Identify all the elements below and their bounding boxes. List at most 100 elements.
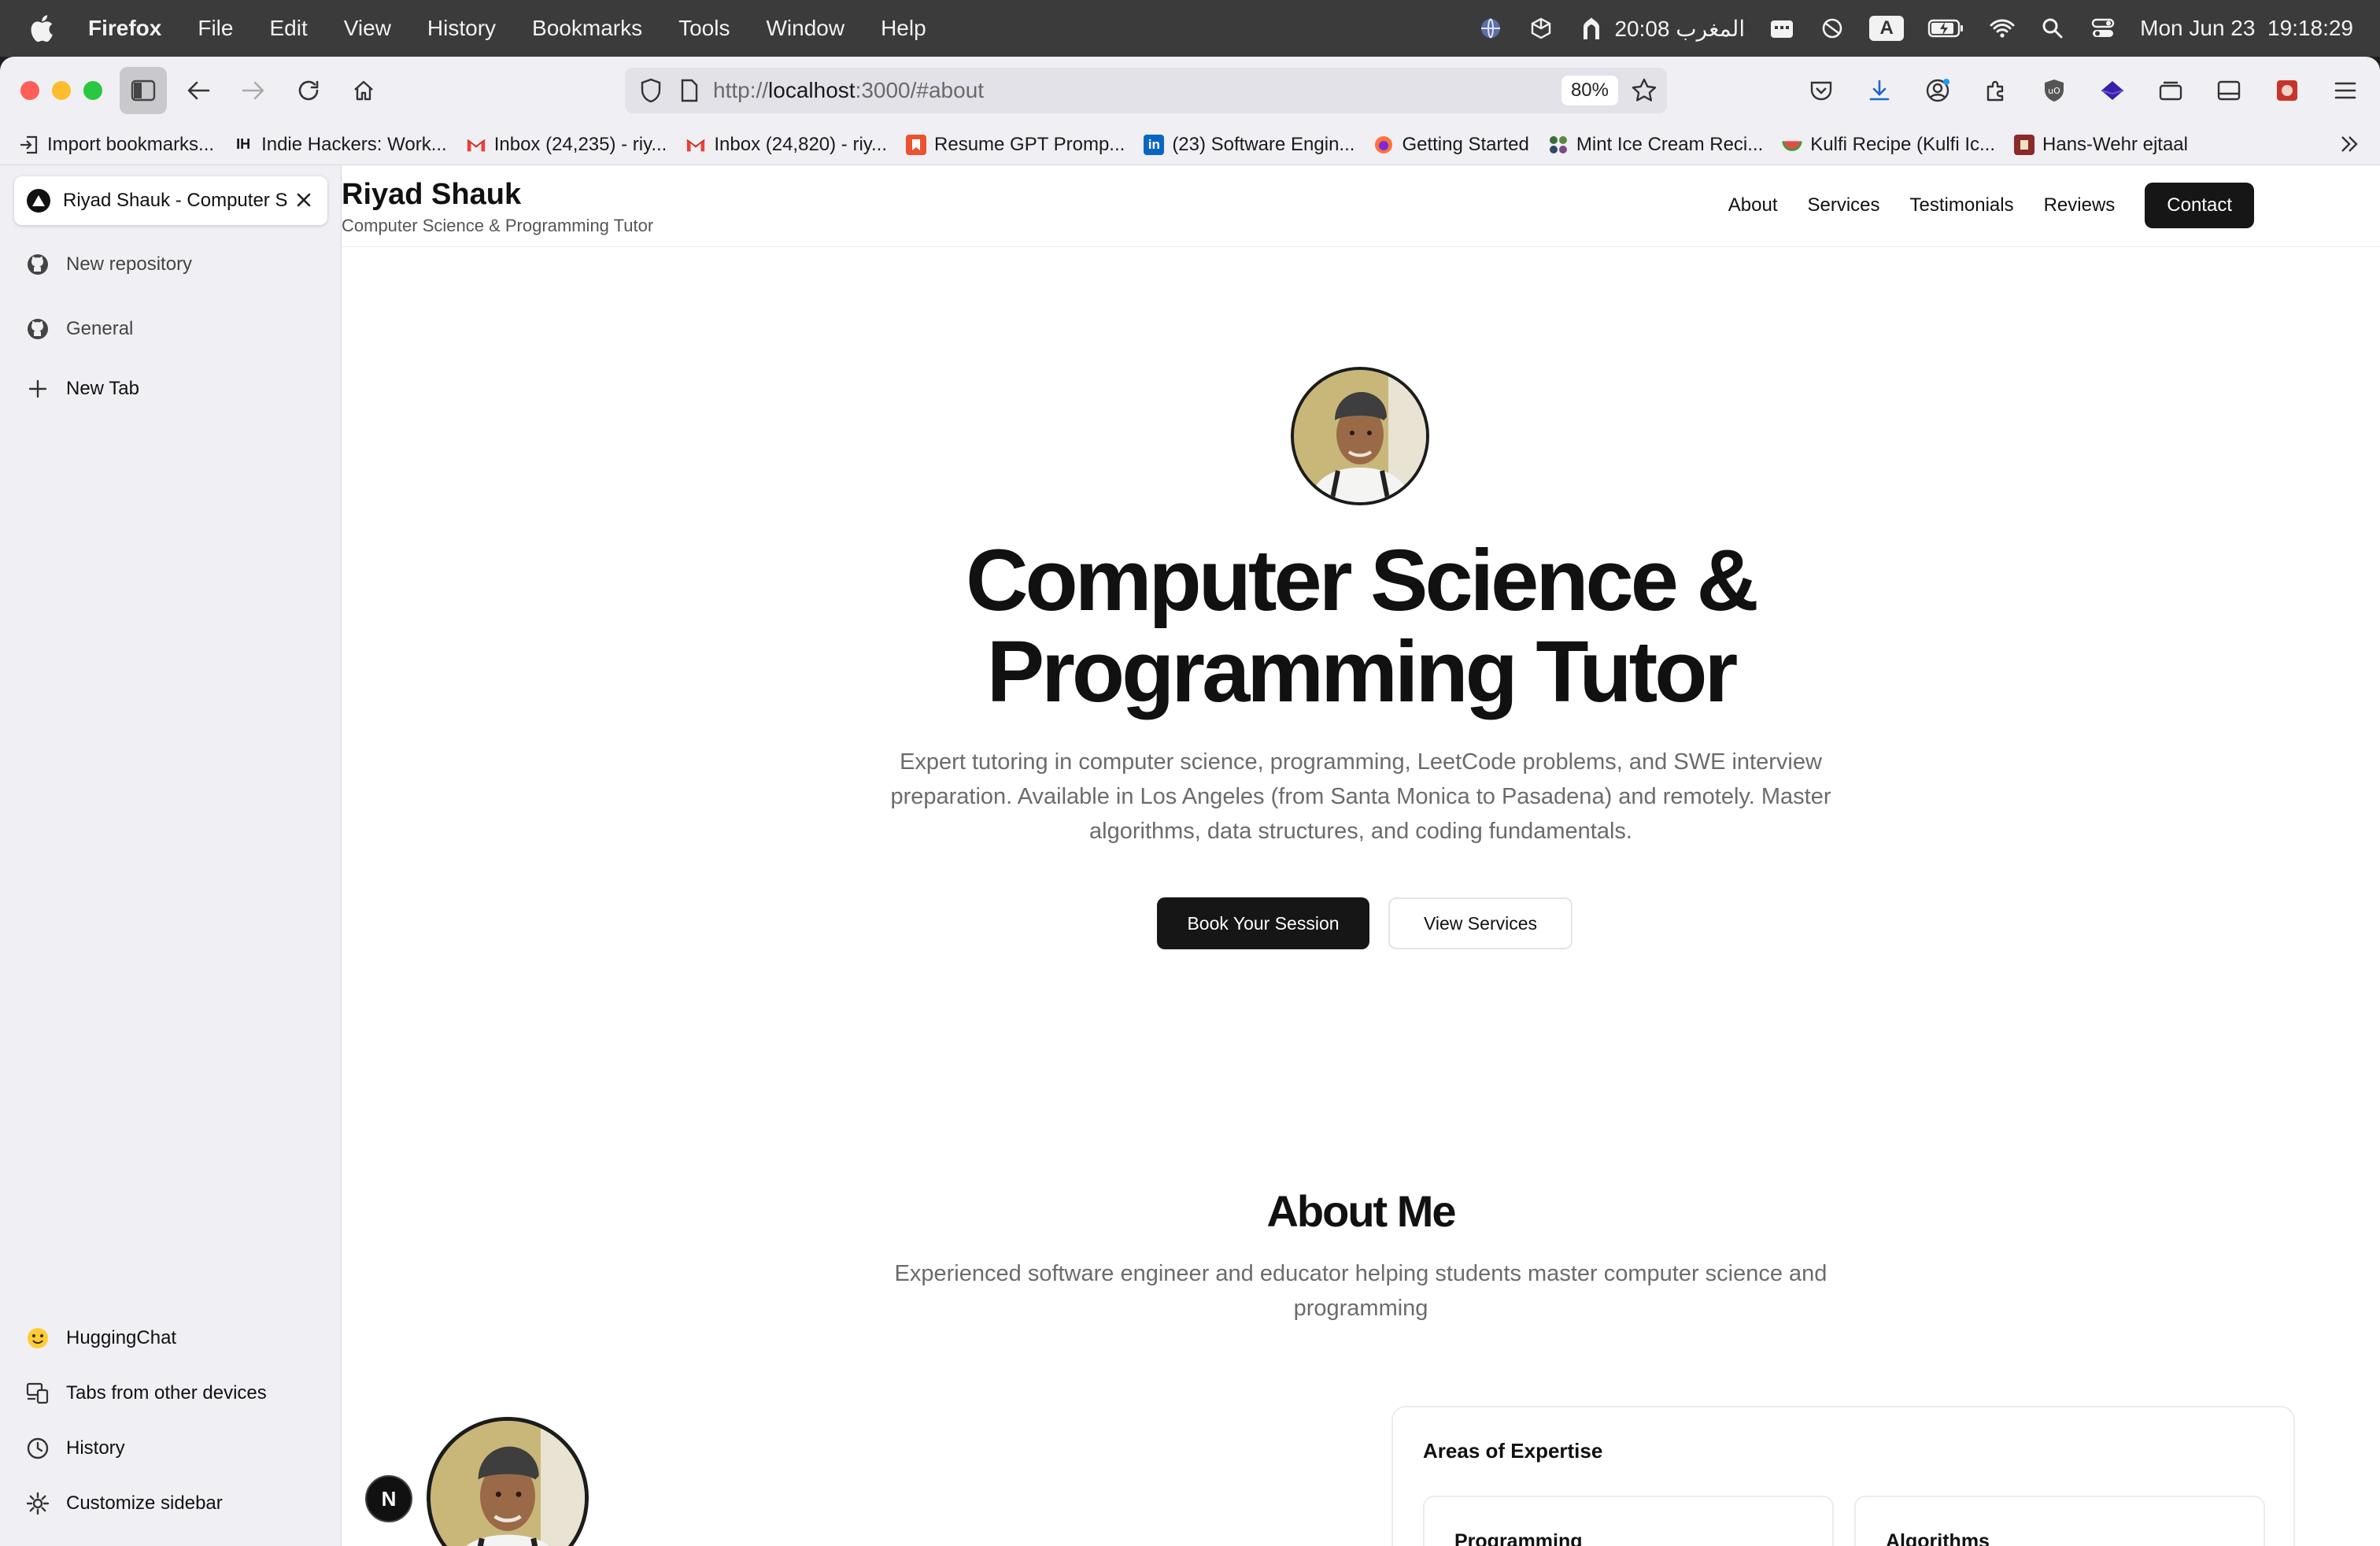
focus-circle-icon[interactable]: [1819, 15, 1846, 42]
page-info-icon[interactable]: [680, 79, 699, 102]
reload-button[interactable]: [285, 67, 332, 114]
tracking-protection-shield-icon[interactable]: [639, 78, 663, 103]
nav-services[interactable]: Services: [1808, 194, 1880, 216]
forward-button[interactable]: [230, 67, 277, 114]
bookmark-item[interactable]: Inbox (24,820) - riy...: [686, 134, 887, 156]
extensions-puzzle-icon[interactable]: [1972, 67, 2020, 114]
bookmark-item[interactable]: IH Indie Hackers: Work...: [233, 134, 447, 156]
menu-view[interactable]: View: [344, 16, 391, 41]
sidebar-new-tab[interactable]: New Tab: [25, 376, 139, 401]
sidebar-tab-new-repository[interactable]: New repository: [25, 252, 192, 277]
app-menu-hamburger-icon[interactable]: [2322, 67, 2369, 114]
bookmark-item[interactable]: Kulfi Recipe (Kulfi Ic...: [1782, 134, 1995, 156]
sidebar-tab-general[interactable]: General: [25, 316, 133, 342]
profile-photo: [431, 1421, 585, 1546]
github-icon: [25, 316, 50, 342]
recipe-dots-icon: [1548, 135, 1569, 155]
close-window-button[interactable]: [20, 81, 39, 100]
hero-title-line-2: Programming Tutor: [986, 623, 1739, 720]
sidebar-item-label: HuggingChat: [66, 1327, 177, 1348]
control-center-icon[interactable]: [2090, 15, 2116, 42]
bookmark-item[interactable]: in (23) Software Engin...: [1144, 134, 1354, 156]
site-brand[interactable]: Riyad Shauk: [342, 178, 521, 212]
spotlight-search-icon[interactable]: [2039, 15, 2066, 42]
close-tab-icon[interactable]: [294, 190, 313, 215]
purple-diamond-extension-icon[interactable]: [2089, 67, 2136, 114]
bookmark-item[interactable]: Resume GPT Promp...: [906, 134, 1125, 156]
prayer-time[interactable]: 20:08 المغرب: [1614, 16, 1745, 42]
github-icon: [25, 252, 50, 277]
active-tab-title: Riyad Shauk - Computer Science & Program…: [63, 190, 288, 211]
menu-help[interactable]: Help: [881, 16, 926, 41]
hero-avatar: [1291, 367, 1429, 505]
nav-contact-button[interactable]: Contact: [2145, 183, 2254, 228]
red-extension-icon[interactable]: [2264, 67, 2311, 114]
menu-history[interactable]: History: [427, 16, 496, 41]
downloads-icon[interactable]: [1856, 67, 1903, 114]
active-tab[interactable]: Riyad Shauk - Computer Science & Program…: [14, 176, 327, 225]
sidebar-tabs-from-other-devices[interactable]: Tabs from other devices: [25, 1381, 267, 1406]
watermelon-icon: [1782, 135, 1802, 155]
input-source-indicator[interactable]: A: [1869, 16, 1905, 41]
battery-icon[interactable]: [1927, 15, 1965, 42]
home-button[interactable]: [340, 67, 387, 114]
account-icon[interactable]: [1914, 67, 1961, 114]
sidebar-history[interactable]: History: [25, 1436, 125, 1461]
nextjs-dev-badge[interactable]: N: [365, 1475, 412, 1522]
bookmark-item[interactable]: Getting Started: [1373, 133, 1529, 156]
ublock-shield-icon[interactable]: uO: [2031, 67, 2078, 114]
bookmark-label: Kulfi Recipe (Kulfi Ic...: [1810, 133, 1996, 155]
menu-bookmarks[interactable]: Bookmarks: [532, 16, 642, 41]
profile-photo: [1294, 370, 1426, 502]
bookmark-item[interactable]: Import bookmarks...: [19, 134, 214, 156]
nav-testimonials[interactable]: Testimonials: [1910, 194, 2014, 216]
back-button[interactable]: [175, 67, 222, 114]
zoom-level-button[interactable]: 80%: [1561, 76, 1618, 105]
url-text[interactable]: http://localhost:3000/#about: [713, 78, 984, 103]
nav-about[interactable]: About: [1728, 194, 1778, 216]
mosque-arch-icon[interactable]: [1578, 15, 1605, 42]
bookmarks-toolbar: Import bookmarks... IH Indie Hackers: Wor…: [0, 124, 2380, 165]
sidebar-item-label: General: [66, 318, 134, 339]
svg-text:uO: uO: [2048, 86, 2060, 96]
sidebar-customize[interactable]: Customize sidebar: [25, 1491, 223, 1516]
about-avatar: [427, 1417, 589, 1546]
wifi-icon[interactable]: [1989, 15, 2016, 42]
plus-icon: [25, 376, 50, 401]
cube-icon[interactable]: [1528, 15, 1554, 42]
menu-file[interactable]: File: [198, 16, 233, 41]
bookmark-item[interactable]: Inbox (24,235) - riy...: [466, 134, 667, 156]
bookmark-item[interactable]: Hans-Wehr ejtaal: [2014, 134, 2188, 156]
menubar-datetime[interactable]: Mon Jun 23 19:18:29: [2140, 16, 2353, 41]
url-host: localhost: [768, 78, 856, 102]
menu-window[interactable]: Window: [766, 16, 844, 41]
globe-icon[interactable]: [1477, 15, 1504, 42]
more-bookmarks-chevron-icon[interactable]: [2338, 132, 2361, 161]
bookmark-label: Inbox (24,820) - riy...: [714, 133, 888, 155]
sidebar-huggingchat[interactable]: HuggingChat: [25, 1326, 176, 1351]
apple-menu-icon[interactable]: [30, 13, 57, 43]
sidebar-item-label: New Tab: [66, 378, 139, 399]
site-nav: About Services Testimonials Reviews Cont…: [1728, 183, 2254, 228]
menu-edit[interactable]: Edit: [269, 16, 307, 41]
calendar-icon[interactable]: [1768, 15, 1795, 42]
bookmark-label: Getting Started: [1402, 133, 1529, 155]
expertise-item-algorithms: Algorithms: [1854, 1496, 2265, 1546]
book-session-button[interactable]: Book Your Session: [1157, 897, 1369, 949]
bookmark-star-icon[interactable]: [1631, 77, 1658, 108]
pocket-icon[interactable]: [1798, 67, 1845, 114]
linkedin-icon: in: [1144, 134, 1165, 155]
zoom-window-button[interactable]: [83, 81, 102, 100]
reader-panel-icon[interactable]: [2205, 67, 2252, 114]
nav-reviews[interactable]: Reviews: [2044, 194, 2116, 216]
menu-app-name[interactable]: Firefox: [88, 16, 161, 41]
bookmark-item[interactable]: Mint Ice Cream Reci...: [1548, 134, 1763, 156]
sidebar-toggle-button[interactable]: [120, 67, 167, 114]
site-header: Riyad Shauk Computer Science & Programmi…: [342, 165, 2380, 247]
tab-manager-icon[interactable]: [2147, 67, 2194, 114]
hero-title-line-1: Computer Science &: [966, 532, 1759, 629]
view-services-button[interactable]: View Services: [1388, 897, 1572, 949]
menu-tools[interactable]: Tools: [678, 16, 730, 41]
address-bar[interactable]: http://localhost:3000/#about 80%: [625, 68, 1667, 113]
minimize-window-button[interactable]: [52, 81, 71, 100]
